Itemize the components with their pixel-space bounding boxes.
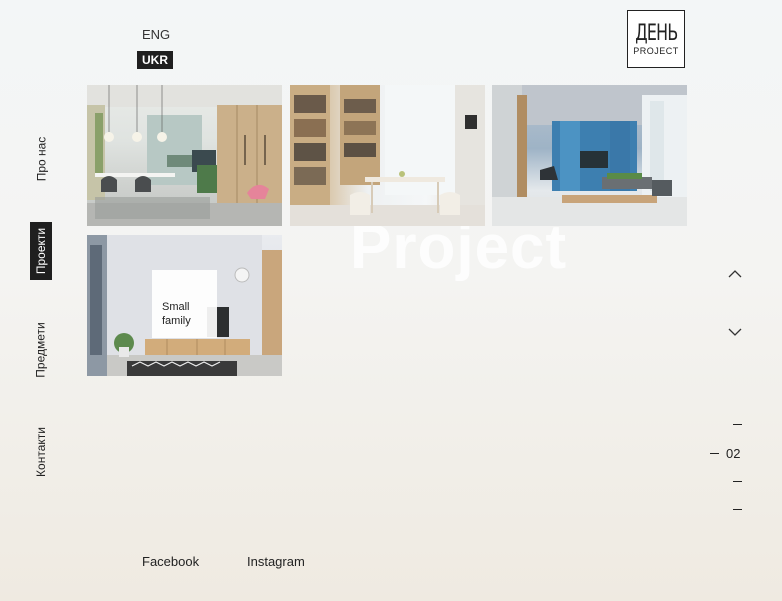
chevron-up-icon[interactable] bbox=[727, 266, 743, 282]
nav-item-label: Проекти bbox=[34, 227, 49, 275]
blue-living-room-illustration bbox=[492, 85, 687, 226]
facebook-link[interactable]: Facebook bbox=[142, 554, 199, 569]
nav-item-label: Контакти bbox=[34, 427, 49, 477]
project-caption[interactable]: Small family bbox=[152, 270, 217, 338]
bookshelf-dining-illustration bbox=[290, 85, 485, 226]
logo-main-text: ДЕНЬ bbox=[634, 20, 678, 46]
pager-current-number: 02 bbox=[726, 445, 741, 461]
nav-item-contacts[interactable]: Контакти bbox=[30, 412, 52, 492]
bookshelf-dining-photo[interactable] bbox=[290, 85, 485, 226]
blue-living-room-photo[interactable] bbox=[492, 85, 687, 226]
nav-item-items[interactable]: Предмети bbox=[30, 310, 52, 390]
pager-dash[interactable] bbox=[710, 415, 750, 433]
language-eng-link[interactable]: ENG bbox=[142, 27, 170, 42]
logo-sub-text: PROJECT bbox=[633, 45, 679, 56]
pager-dash[interactable] bbox=[710, 500, 750, 518]
dining-room-illustration bbox=[87, 85, 282, 226]
nav-item-projects[interactable]: Проекти bbox=[30, 222, 52, 280]
dining-room-photo[interactable] bbox=[87, 85, 282, 226]
nav-item-about[interactable]: Про нас bbox=[30, 120, 52, 198]
instagram-link[interactable]: Instagram bbox=[247, 554, 305, 569]
pager-dash[interactable] bbox=[710, 472, 750, 490]
language-ukr-link[interactable]: UKR bbox=[137, 51, 173, 69]
chevron-down-icon[interactable] bbox=[727, 324, 743, 340]
nav-item-label: Про нас bbox=[34, 136, 49, 182]
nav-item-label: Предмети bbox=[34, 322, 48, 378]
brand-logo[interactable]: ДЕНЬ PROJECT bbox=[627, 10, 685, 68]
pager-current[interactable]: 02 bbox=[710, 444, 750, 462]
